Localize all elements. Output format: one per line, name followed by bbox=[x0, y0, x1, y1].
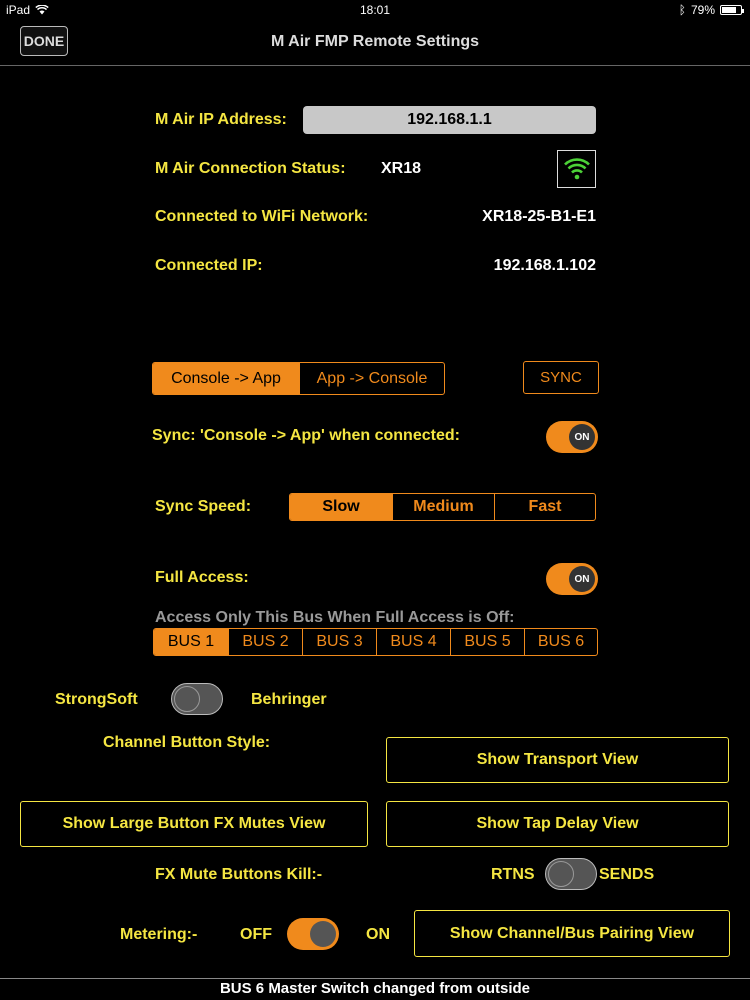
show-transport-view-button[interactable]: Show Transport View bbox=[386, 737, 729, 783]
show-large-fx-mutes-button[interactable]: Show Large Button FX Mutes View bbox=[20, 801, 368, 847]
segment-fast[interactable]: Fast bbox=[494, 494, 595, 520]
metering-label: Metering:- bbox=[120, 926, 198, 943]
full-access-switch[interactable]: ON bbox=[546, 563, 598, 595]
switch-knob bbox=[548, 861, 574, 887]
segment-app-to-console[interactable]: App -> Console bbox=[299, 363, 444, 394]
segment-bus-6[interactable]: BUS 6 bbox=[524, 629, 597, 655]
page-title: M Air FMP Remote Settings bbox=[270, 33, 480, 50]
sync-speed-label: Sync Speed: bbox=[155, 498, 252, 515]
show-tap-delay-button[interactable]: Show Tap Delay View bbox=[386, 801, 729, 847]
full-access-label: Full Access: bbox=[155, 569, 249, 586]
connection-status-value: XR18 bbox=[381, 160, 422, 177]
connected-ip-label: Connected IP: bbox=[155, 257, 263, 274]
channel-button-style-label: Channel Button Style: bbox=[103, 734, 271, 751]
bluetooth-icon: ᛒ bbox=[678, 3, 686, 17]
style-switch[interactable] bbox=[171, 683, 223, 715]
wifi-status-indicator bbox=[557, 150, 596, 188]
sync-on-connect-label: Sync: 'Console -> App' when connected: bbox=[152, 427, 460, 444]
segment-slow[interactable]: Slow bbox=[290, 494, 392, 520]
bus-access-label: Access Only This Bus When Full Access is… bbox=[155, 609, 515, 626]
segment-bus-2[interactable]: BUS 2 bbox=[228, 629, 302, 655]
status-message: BUS 6 Master Switch changed from outside bbox=[0, 978, 750, 1000]
switch-knob bbox=[174, 686, 200, 712]
segment-bus-4[interactable]: BUS 4 bbox=[376, 629, 450, 655]
battery-fill bbox=[722, 7, 736, 13]
sends-label: SENDS bbox=[599, 866, 655, 883]
sync-direction-control: Console -> App App -> Console bbox=[152, 362, 445, 395]
metering-off-label: OFF bbox=[240, 926, 272, 943]
wifi-network-value: XR18-25-B1-E1 bbox=[482, 208, 596, 225]
segment-console-to-app[interactable]: Console -> App bbox=[153, 363, 299, 394]
bus-selector: BUS 1 BUS 2 BUS 3 BUS 4 BUS 5 BUS 6 bbox=[153, 628, 598, 656]
switch-knob: ON bbox=[569, 424, 595, 450]
ip-address-label: M Air IP Address: bbox=[155, 111, 287, 128]
segment-bus-1[interactable]: BUS 1 bbox=[154, 629, 228, 655]
battery-percent: 79% bbox=[690, 3, 715, 17]
sync-on-connect-switch[interactable]: ON bbox=[546, 421, 598, 453]
fx-mute-label: FX Mute Buttons Kill:- bbox=[155, 866, 323, 883]
show-pairing-view-button[interactable]: Show Channel/Bus Pairing View bbox=[414, 910, 730, 957]
battery-icon bbox=[720, 5, 744, 15]
status-bar: iPad 18:01 ᛒ 79% bbox=[0, 0, 750, 20]
ip-address-input[interactable]: 192.168.1.1 bbox=[303, 106, 596, 134]
switch-knob bbox=[310, 921, 336, 947]
wifi-icon bbox=[563, 158, 590, 180]
metering-on-label: ON bbox=[366, 926, 390, 943]
behringer-label: Behringer bbox=[251, 691, 327, 708]
connection-status-label: M Air Connection Status: bbox=[155, 160, 346, 177]
metering-switch[interactable] bbox=[287, 918, 339, 950]
segment-bus-3[interactable]: BUS 3 bbox=[302, 629, 376, 655]
sync-button[interactable]: SYNC bbox=[523, 361, 599, 394]
switch-knob: ON bbox=[569, 566, 595, 592]
rtns-label: RTNS bbox=[491, 866, 535, 883]
nav-bar: DONE M Air FMP Remote Settings bbox=[0, 20, 750, 66]
wifi-network-label: Connected to WiFi Network: bbox=[155, 208, 369, 225]
connected-ip-value: 192.168.1.102 bbox=[493, 257, 596, 274]
sync-speed-control: Slow Medium Fast bbox=[289, 493, 596, 521]
strongsoft-label: StrongSoft bbox=[55, 691, 138, 708]
segment-bus-5[interactable]: BUS 5 bbox=[450, 629, 524, 655]
segment-medium[interactable]: Medium bbox=[392, 494, 494, 520]
clock: 18:01 bbox=[359, 3, 391, 17]
fx-mute-switch[interactable] bbox=[545, 858, 597, 890]
